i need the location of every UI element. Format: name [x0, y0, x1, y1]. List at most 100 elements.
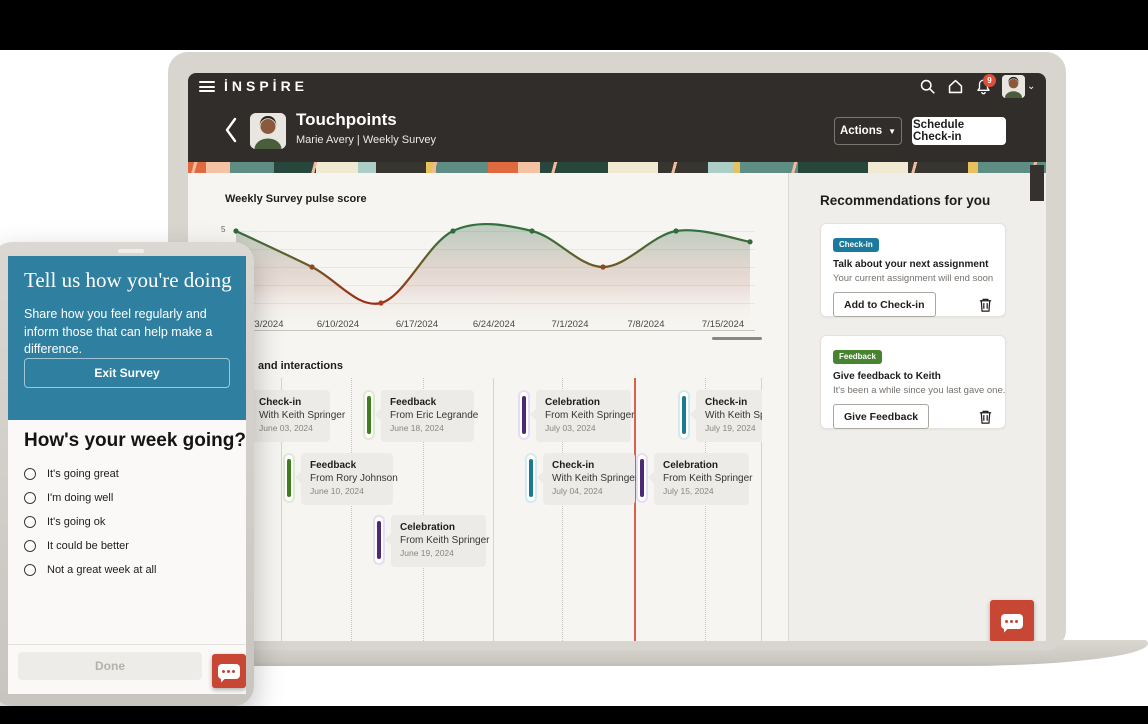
event-type: Celebration: [400, 522, 477, 533]
event-who: From Keith Springer: [545, 410, 622, 421]
survey-option[interactable]: Not a great week at all: [24, 564, 156, 576]
check-in-badge: Check-in: [833, 238, 879, 252]
timeline-gridline: [351, 378, 352, 641]
survey-header-title: Tell us how you're doing: [24, 268, 232, 293]
employee-avatar: [250, 113, 286, 149]
timeline-today-line: [634, 378, 636, 641]
interactions-timeline: and interactions Check-in With Keith Spr…: [188, 353, 762, 641]
user-avatar[interactable]: [1002, 75, 1025, 98]
app-logo: İNSPİRE: [224, 78, 308, 94]
chat-bubble-icon: [218, 664, 240, 679]
chevron-down-icon[interactable]: ⌄: [1027, 81, 1035, 92]
event-who: With Keith Springer: [259, 410, 321, 421]
option-label: It's going ok: [47, 516, 105, 528]
event-date: July 03, 2024: [545, 423, 622, 433]
hamburger-menu-icon[interactable]: [199, 81, 215, 92]
letterbox-top: [0, 0, 1148, 50]
check-in-marker: [678, 390, 690, 440]
event-type: Celebration: [545, 397, 622, 408]
option-label: It's going great: [47, 468, 119, 480]
schedule-checkin-button[interactable]: Schedule Check-in: [912, 117, 1006, 145]
schedule-checkin-label: Schedule Check-in: [913, 119, 1005, 143]
chat-bubble-icon: [1001, 614, 1023, 629]
actions-button[interactable]: Actions ▼: [834, 117, 902, 145]
actions-button-label: Actions: [840, 125, 882, 137]
footer-divider: [8, 644, 246, 645]
event-date: June 18, 2024: [390, 423, 465, 433]
stage: İNSPİRE 9 ⌄: [0, 0, 1148, 724]
recommendation-subtitle: Your current assignment will end soon: [833, 273, 993, 284]
event-type: Feedback: [390, 397, 465, 408]
page-title: Touchpoints: [296, 110, 397, 130]
recommendation-card: Check-in Talk about your next assignment…: [820, 223, 1006, 317]
x-axis-tick: 6/10/2024: [308, 319, 368, 330]
feedback-badge: Feedback: [833, 350, 882, 364]
event-who: With Keith Springer: [705, 410, 762, 421]
pulse-score-chart: [188, 173, 788, 363]
x-axis-tick: 6/17/2024: [387, 319, 447, 330]
give-feedback-button[interactable]: Give Feedback: [833, 404, 929, 429]
event-who: With Keith Springer: [552, 473, 626, 484]
event-date: July 04, 2024: [552, 486, 626, 496]
search-icon[interactable]: [919, 78, 936, 95]
x-axis-tick: 7/1/2024: [540, 319, 600, 330]
home-icon[interactable]: [947, 78, 964, 95]
decorative-banner: [188, 162, 1046, 173]
event-type: Check-in: [705, 397, 762, 408]
event-type: Check-in: [552, 460, 626, 471]
add-to-checkin-button[interactable]: Add to Check-in: [833, 292, 936, 317]
celebration-marker: [636, 453, 648, 503]
app-top-bar: İNSPİRE 9 ⌄: [188, 73, 1046, 100]
radio-button[interactable]: [24, 516, 36, 528]
page-header: Touchpoints Marie Avery | Weekly Survey …: [188, 100, 1046, 162]
survey-screen: Tell us how you're doing Share how you f…: [8, 256, 246, 694]
done-button[interactable]: Done: [18, 652, 202, 680]
chat-fab[interactable]: [212, 654, 246, 688]
chart-scrollbar-thumb[interactable]: [712, 337, 762, 340]
trash-icon[interactable]: [978, 297, 993, 313]
x-axis-tick: 7/15/2024: [693, 319, 753, 330]
recommendation-title: Talk about your next assignment: [833, 259, 993, 270]
event-date: June 03, 2024: [259, 423, 321, 433]
event-date: June 10, 2024: [310, 486, 384, 496]
option-label: It could be better: [47, 540, 129, 552]
survey-option[interactable]: It could be better: [24, 540, 129, 552]
laptop-screen: İNSPİRE 9 ⌄: [188, 73, 1046, 641]
x-axis-tick: 7/8/2024: [616, 319, 676, 330]
feedback-marker: [283, 453, 295, 503]
recommendations-panel: Recommendations for you Check-in Talk ab…: [789, 173, 1046, 641]
radio-button[interactable]: [24, 540, 36, 552]
timeline-gridline: [493, 378, 494, 641]
celebration-marker: [518, 390, 530, 440]
exit-survey-button[interactable]: Exit Survey: [24, 358, 230, 388]
survey-header: Tell us how you're doing Share how you f…: [8, 256, 246, 420]
event-who: From Keith Springer: [663, 473, 740, 484]
recommendation-card: Feedback Give feedback to Keith It's bee…: [820, 335, 1006, 429]
event-date: July 15, 2024: [663, 486, 740, 496]
survey-device-frame: Tell us how you're doing Share how you f…: [0, 242, 254, 706]
page-subtitle: Marie Avery | Weekly Survey: [296, 134, 436, 146]
radio-button[interactable]: [24, 468, 36, 480]
timeline-title: and interactions: [258, 360, 343, 372]
radio-button[interactable]: [24, 564, 36, 576]
survey-option[interactable]: It's going great: [24, 468, 119, 480]
event-who: From Eric Legrande: [390, 410, 465, 421]
letterbox-bottom: [0, 706, 1148, 724]
x-axis-tick: 6/24/2024: [464, 319, 524, 330]
notification-badge: 9: [983, 74, 996, 87]
survey-option[interactable]: It's going ok: [24, 516, 105, 528]
check-in-marker: [525, 453, 537, 503]
survey-option[interactable]: I'm doing well: [24, 492, 113, 504]
event-type: Celebration: [663, 460, 740, 471]
trash-icon[interactable]: [978, 409, 993, 425]
device-speaker: [118, 249, 144, 253]
option-label: Not a great week at all: [47, 564, 156, 576]
chat-fab[interactable]: [990, 600, 1034, 641]
survey-question: How's your week going?: [24, 430, 246, 452]
recommendations-title: Recommendations for you: [820, 193, 990, 208]
recommendation-title: Give feedback to Keith: [833, 371, 993, 382]
radio-button[interactable]: [24, 492, 36, 504]
back-icon[interactable]: [224, 117, 238, 143]
scrollbar-thumb[interactable]: [1030, 165, 1044, 201]
event-who: From Rory Johnson: [310, 473, 384, 484]
